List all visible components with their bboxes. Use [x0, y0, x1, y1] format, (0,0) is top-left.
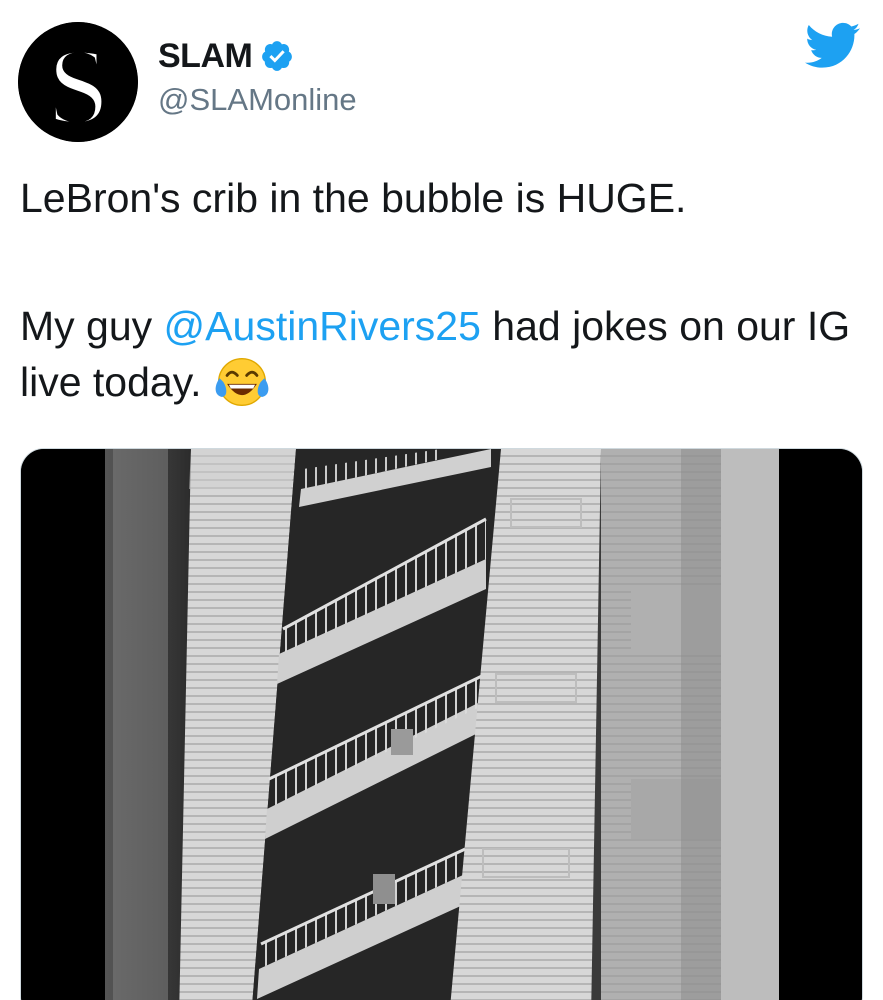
display-name: SLAM	[158, 36, 253, 75]
slam-logo-icon: S S	[18, 22, 138, 142]
verified-badge-icon	[262, 41, 293, 71]
avatar[interactable]: S S	[18, 22, 138, 142]
tweet-text: LeBron's crib in the bubble is HUGE. My …	[20, 170, 865, 410]
tweet-card: S S SLAM @SLAMonline LeBron's crib in th…	[0, 0, 883, 1000]
author-handle[interactable]: @SLAMonline	[158, 82, 357, 118]
tears-of-joy-emoji-icon	[215, 357, 268, 407]
tweet-text-prefix: My guy	[20, 303, 164, 349]
twitter-bird-icon[interactable]	[805, 22, 861, 70]
author-name-row[interactable]: SLAM	[158, 36, 294, 76]
tweet-text-line-2: My guy @AustinRivers25 had jokes on our …	[20, 298, 865, 410]
svg-text:S: S	[47, 25, 109, 142]
video-frame-image	[21, 449, 862, 1000]
tweet-media-video[interactable]	[20, 448, 863, 1000]
mention-link[interactable]: @AustinRivers25	[164, 303, 481, 349]
tweet-text-line-1: LeBron's crib in the bubble is HUGE.	[20, 175, 687, 221]
